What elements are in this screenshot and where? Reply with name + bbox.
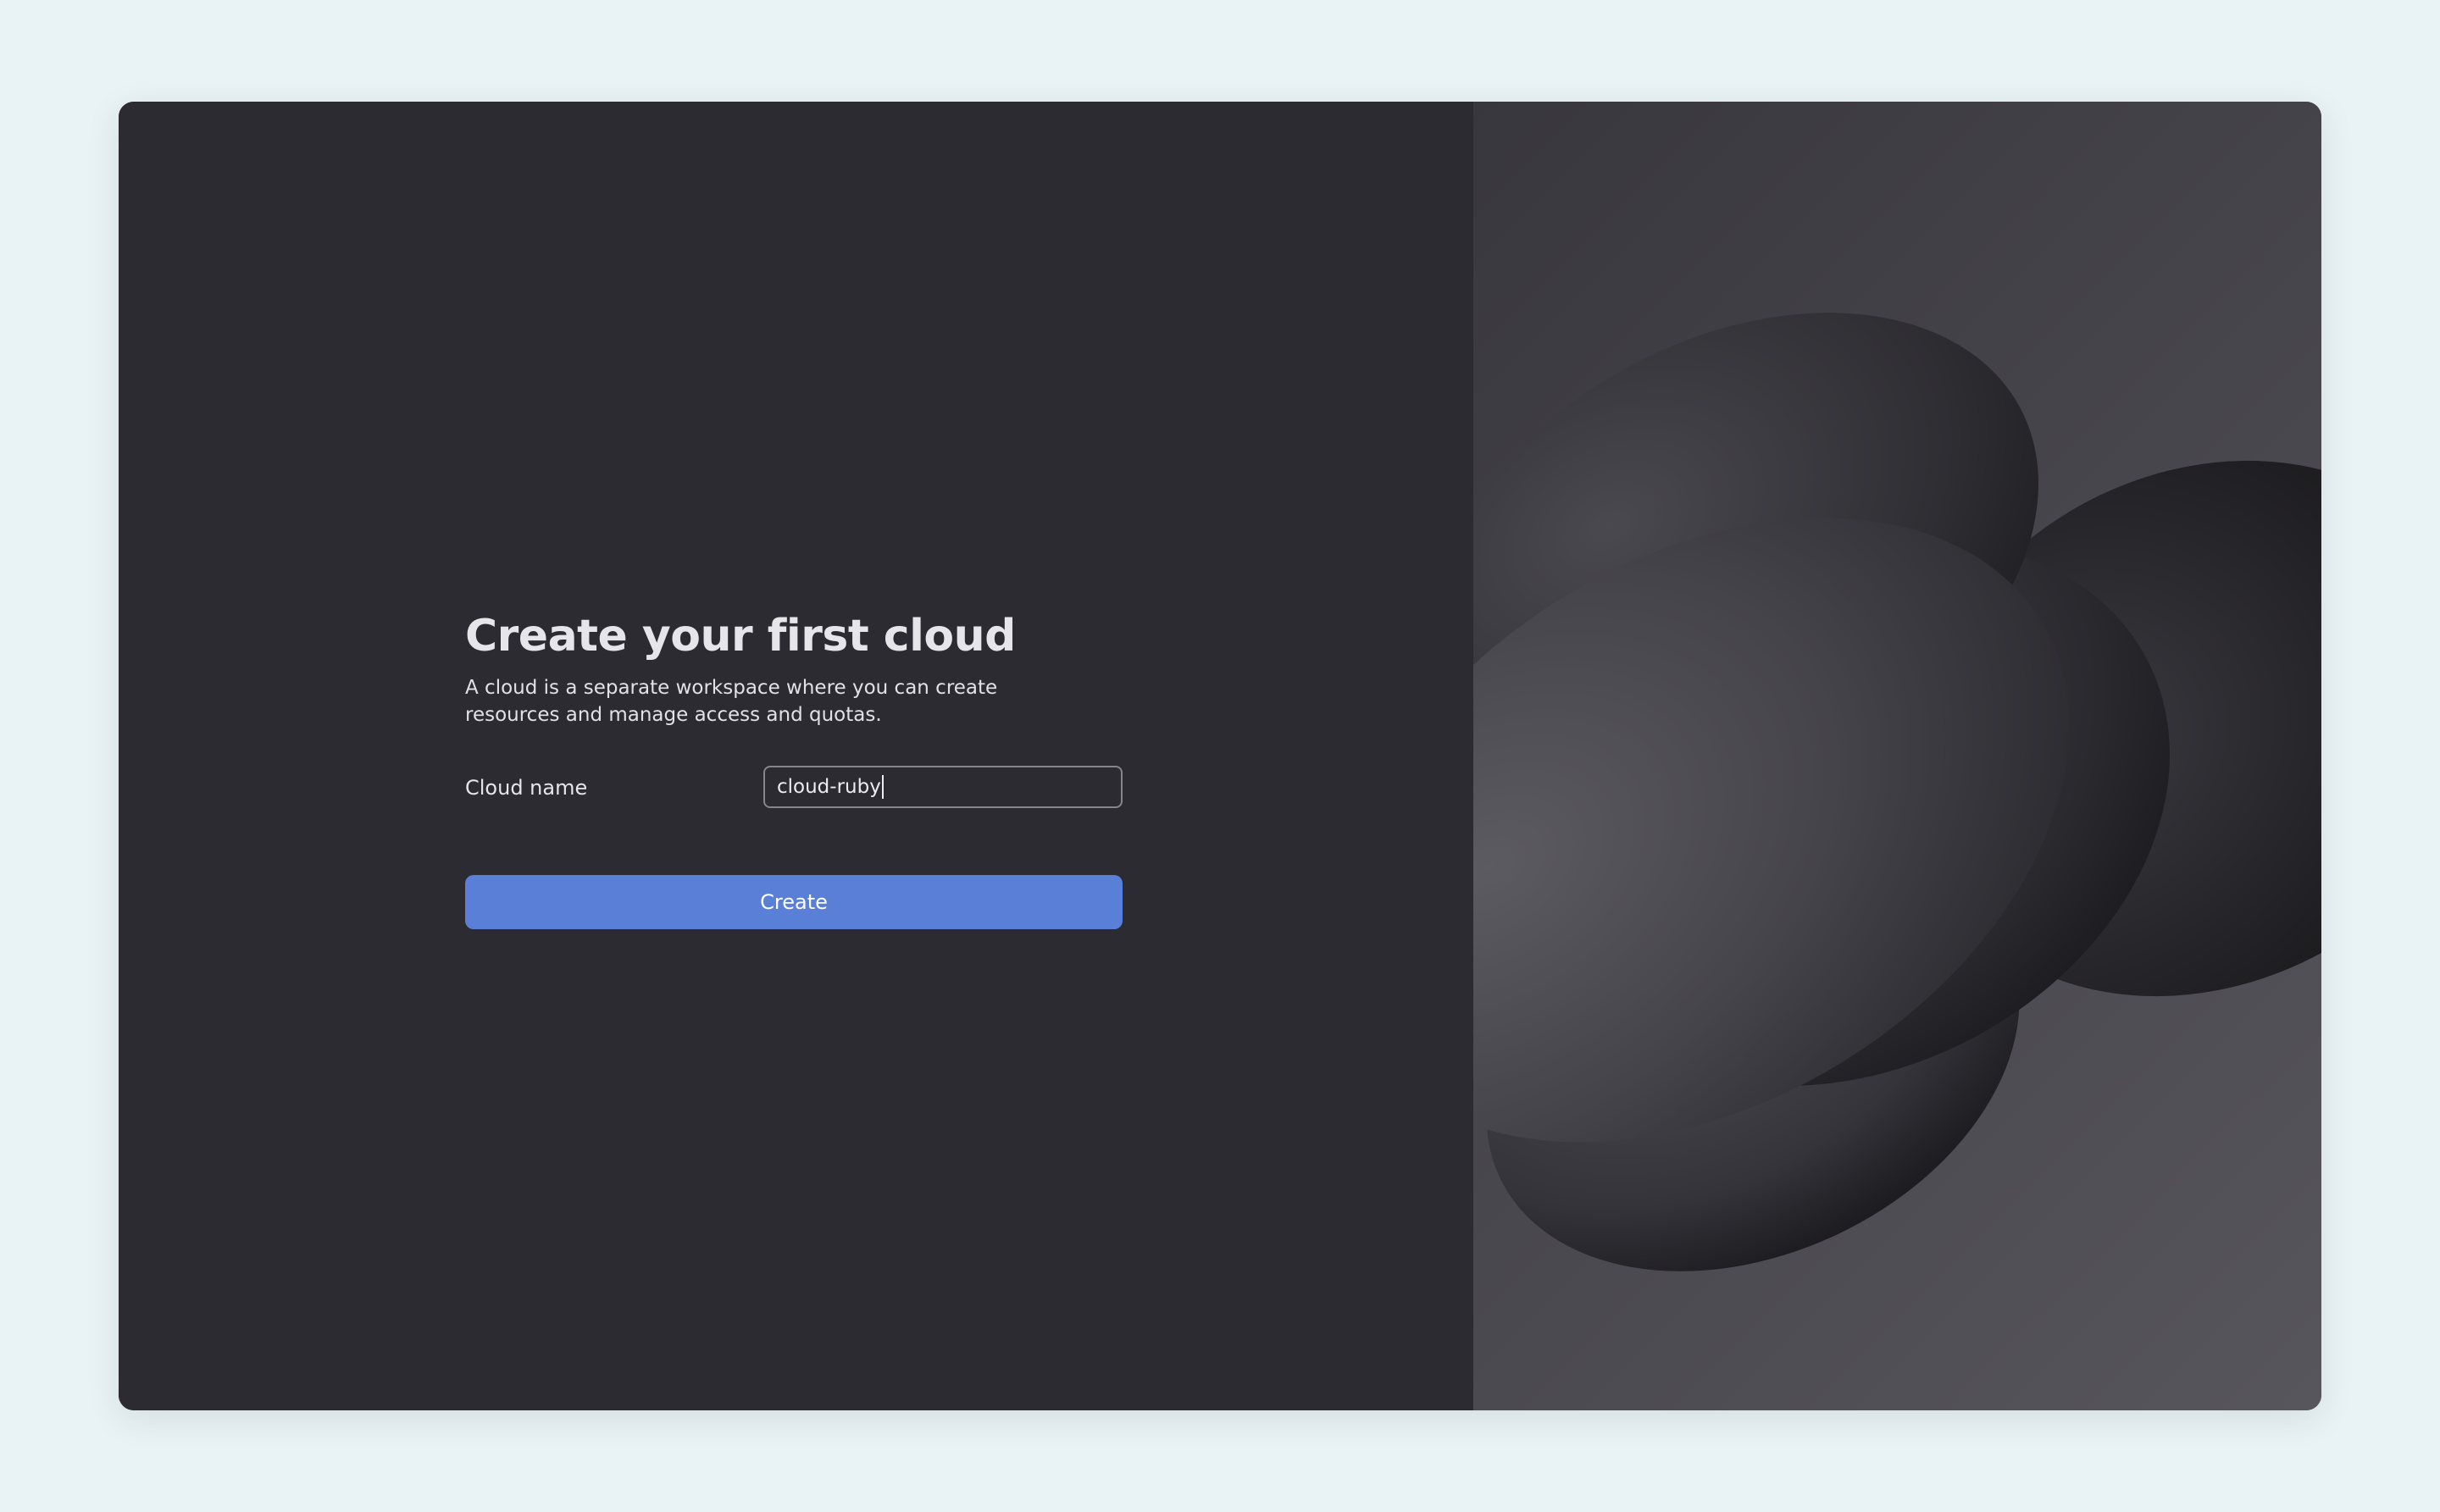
cloud-name-row: Cloud name cloud-ruby (465, 766, 1123, 809)
create-button[interactable]: Create (465, 875, 1123, 930)
page-title: Create your first cloud (465, 611, 1016, 662)
cloud-name-value: cloud-ruby (777, 776, 881, 799)
cloud-name-input[interactable]: cloud-ruby (763, 766, 1123, 809)
abstract-cloud-illustration (1473, 313, 2321, 1271)
onboarding-window: Create your first cloud A cloud is a sep… (119, 102, 2321, 1410)
page-description: A cloud is a separate workspace where yo… (465, 677, 998, 727)
button-area: Create (465, 808, 1123, 930)
illustration-panel (1473, 102, 2321, 1410)
create-cloud-form: Create your first cloud A cloud is a sep… (465, 610, 1123, 930)
text-caret (881, 775, 884, 800)
cloud-name-label: Cloud name (465, 776, 588, 800)
form-panel: Create your first cloud A cloud is a sep… (119, 102, 1473, 1410)
